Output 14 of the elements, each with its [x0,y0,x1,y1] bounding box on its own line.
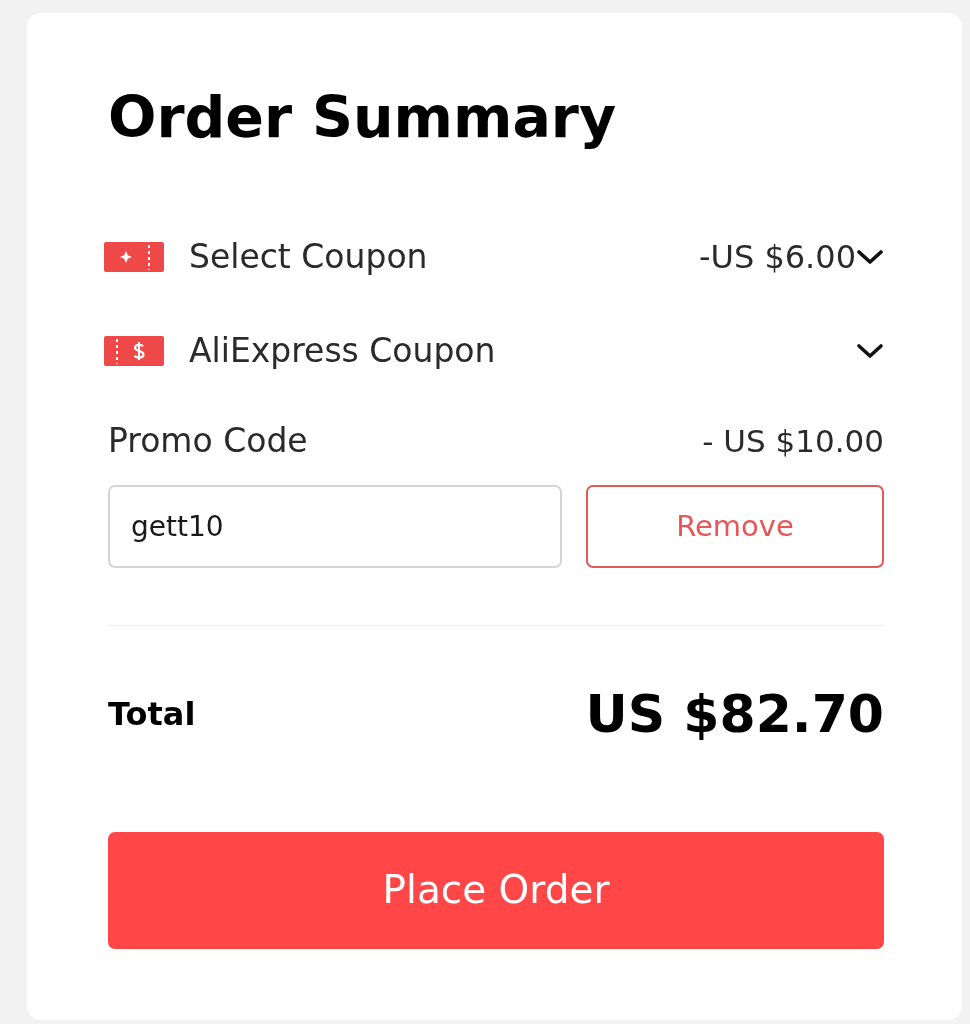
coupon-label[interactable]: AliExpress Coupon [189,329,496,373]
total-label: Total [108,694,196,735]
chevron-down-icon[interactable] [856,343,884,359]
total-amount: US $82.70 [585,683,884,746]
promo-code-label: Promo Code [108,420,308,462]
ticket-sparkle-icon [104,242,164,272]
coupon-discount: -US $6.00 [698,237,856,278]
chevron-down-icon[interactable] [856,249,884,265]
page-title: Order Summary [108,85,617,149]
promo-discount: - US $10.00 [702,422,884,461]
promo-code-field[interactable]: gett10 [108,485,562,568]
remove-button[interactable]: Remove [586,485,884,568]
coupon-label[interactable]: Select Coupon [189,235,428,279]
ticket-dollar-icon [104,336,164,366]
